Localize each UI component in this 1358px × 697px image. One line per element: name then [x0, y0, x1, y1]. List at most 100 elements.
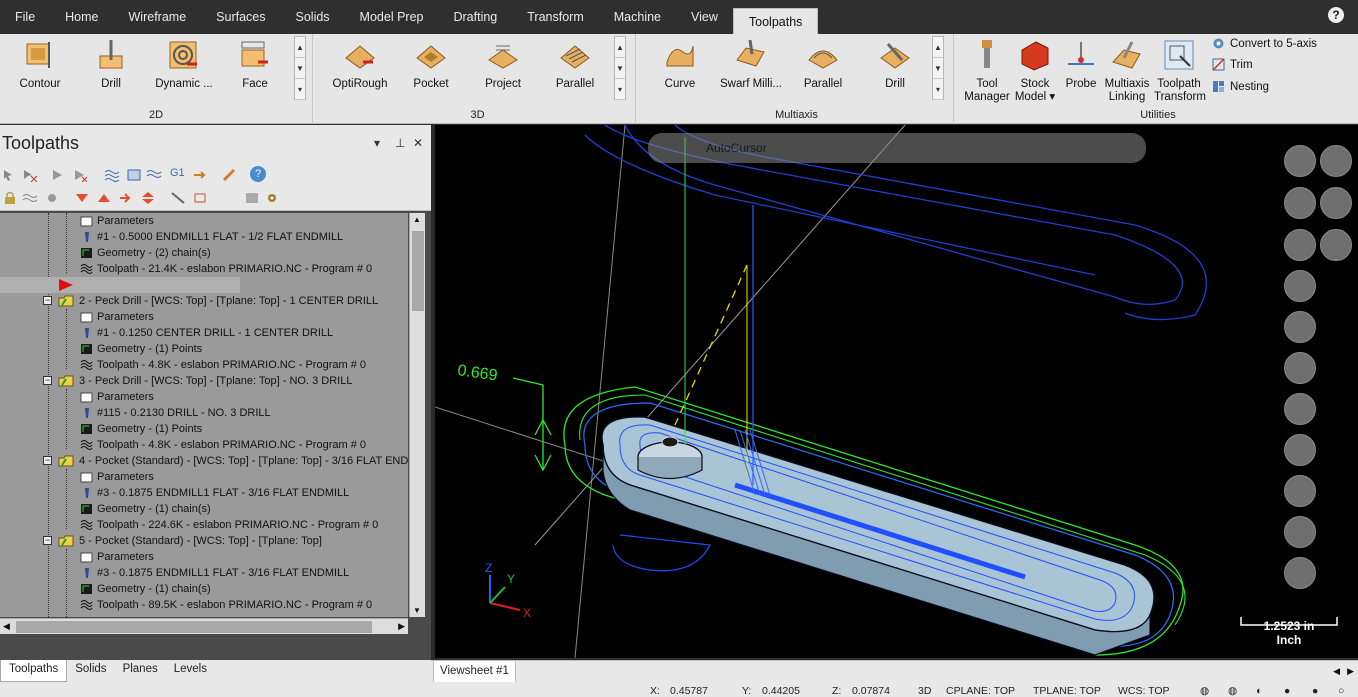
toggle-post-icon[interactable]: [44, 191, 60, 205]
tab-toolpaths[interactable]: Toolpaths: [732, 8, 819, 34]
settings-icon[interactable]: [244, 191, 260, 205]
tree-horizontal-scrollbar[interactable]: ◀ ▶: [0, 618, 408, 634]
scroll-thumb[interactable]: [412, 231, 424, 311]
scroll-thumb[interactable]: [16, 621, 372, 633]
no-entry-icon[interactable]: [1320, 229, 1352, 261]
pin-icon[interactable]: ⊥: [395, 136, 405, 150]
tab-solids-manager[interactable]: Solids: [67, 660, 114, 682]
toggle-display-icon[interactable]: [22, 191, 38, 205]
move-down-icon[interactable]: [74, 191, 90, 205]
measure-icon[interactable]: [1284, 352, 1316, 384]
scroll-left-icon[interactable]: ◀: [3, 621, 10, 632]
stock-quick-icon[interactable]: [1284, 516, 1316, 548]
highfeed-icon[interactable]: [222, 168, 238, 182]
grid-select-icon[interactable]: [1320, 145, 1352, 177]
collapse-icon[interactable]: −: [43, 296, 52, 305]
gallery-scroller-multiaxis[interactable]: ▲ ▼ ▾: [932, 36, 944, 100]
backplot-icon[interactable]: [104, 168, 120, 182]
view-mode[interactable]: 3D: [918, 685, 931, 697]
tab-toolpaths-manager[interactable]: Toolpaths: [0, 660, 68, 682]
curve-button[interactable]: Curve: [654, 38, 706, 91]
pocket-button[interactable]: Pocket: [406, 38, 456, 91]
tree-vertical-scrollbar[interactable]: ▲ ▼: [409, 213, 425, 617]
tab-drafting[interactable]: Drafting: [438, 4, 512, 30]
toolpath-transform-button[interactable]: Toolpath Transform: [1154, 38, 1206, 104]
autocursor-toolbar[interactable]: AutoCursor: [648, 133, 1146, 163]
tab-view[interactable]: View: [676, 4, 733, 30]
gear-quick-icon[interactable]: [1320, 187, 1352, 219]
graphics-viewport[interactable]: 0.669 Z Y X AutoCursor 1.2523 in Inch: [435, 125, 1358, 658]
collapse-icon[interactable]: −: [43, 376, 52, 385]
tplane-status[interactable]: TPLANE: TOP: [1033, 685, 1101, 697]
tab-transform[interactable]: Transform: [512, 4, 599, 30]
display-mode-icon[interactable]: ◍: [1200, 685, 1209, 697]
tab-file[interactable]: File: [0, 4, 50, 30]
tab-surfaces[interactable]: Surfaces: [201, 4, 280, 30]
shade-quick-icon[interactable]: [1284, 557, 1316, 589]
scroll-up-icon[interactable]: ▲: [413, 215, 421, 224]
g1-post-icon[interactable]: G1: [170, 167, 186, 181]
circle-select-icon[interactable]: [1284, 229, 1316, 261]
tab-wireframe[interactable]: Wireframe: [114, 4, 202, 30]
wcs-status[interactable]: WCS: TOP: [1118, 685, 1170, 697]
deselect-icon[interactable]: [22, 168, 38, 182]
probe-button[interactable]: Probe: [1062, 38, 1100, 91]
collapse-icon[interactable]: −: [43, 536, 52, 545]
scroll-right-icon[interactable]: ▶: [398, 621, 405, 632]
sphere-icon-2[interactable]: ●: [1312, 685, 1318, 697]
stock-model-button[interactable]: Stock Model ▾: [1012, 38, 1058, 104]
tool-quick-icon[interactable]: [1284, 393, 1316, 425]
lock-icon[interactable]: [2, 191, 18, 205]
tool-quick-icon-2[interactable]: [1284, 434, 1316, 466]
tab-model-prep[interactable]: Model Prep: [345, 4, 439, 30]
optirough-button[interactable]: OptiRough: [328, 38, 392, 91]
close-icon[interactable]: ✕: [413, 136, 423, 150]
tab-machine[interactable]: Machine: [599, 4, 676, 30]
cplane-status[interactable]: CPLANE: TOP: [946, 685, 1015, 697]
insert-arrow-move-icon[interactable]: [118, 191, 134, 205]
gear-icon[interactable]: [264, 191, 280, 205]
collapse-icon[interactable]: −: [43, 456, 52, 465]
wireframe-mode-icon[interactable]: ◍: [1228, 685, 1237, 697]
trim-button[interactable]: Trim: [1212, 58, 1253, 71]
tab-planes-manager[interactable]: Planes: [115, 660, 166, 682]
tab-home[interactable]: Home: [50, 4, 113, 30]
sphere-icon-3[interactable]: ○: [1338, 685, 1344, 697]
multiaxis-linking-button[interactable]: Multiaxis Linking: [1102, 38, 1152, 104]
add-entity-icon[interactable]: [1284, 145, 1316, 177]
autocursor-label[interactable]: AutoCursor: [706, 141, 767, 155]
box-quick-icon[interactable]: [1284, 475, 1316, 507]
regenerate-all-icon[interactable]: [50, 168, 66, 182]
curve-quick-icon[interactable]: [1284, 270, 1316, 302]
parallel-3d-button[interactable]: Parallel: [550, 38, 600, 91]
tool-manager-button[interactable]: Tool Manager: [962, 38, 1012, 104]
selection-only-icon[interactable]: [170, 191, 186, 205]
viewsheet-tab[interactable]: Viewsheet #1: [433, 661, 516, 683]
contour-button[interactable]: Contour: [12, 38, 68, 91]
cube-quick-icon[interactable]: [1284, 311, 1316, 343]
drill-button[interactable]: Drill: [86, 38, 136, 91]
simulate-icon[interactable]: [146, 168, 162, 182]
project-button[interactable]: Project: [478, 38, 528, 91]
face-button[interactable]: Face: [230, 38, 280, 91]
gallery-scroller-3d[interactable]: ▲ ▼ ▾: [614, 36, 626, 100]
verify-icon[interactable]: [126, 168, 142, 182]
dynamic-button[interactable]: Dynamic ...: [152, 38, 216, 91]
swarf-milling-button[interactable]: Swarf Milli...: [716, 38, 786, 91]
regenerate-dirty-icon[interactable]: [72, 168, 88, 182]
select-all-icon[interactable]: [2, 168, 18, 182]
help-small-icon[interactable]: ?: [250, 166, 266, 182]
viewsheet-prev-icon[interactable]: ◀: [1333, 666, 1340, 677]
display-selected-icon[interactable]: [192, 191, 208, 205]
scroll-to-arrow-icon[interactable]: [140, 191, 156, 205]
tab-solids[interactable]: Solids: [281, 4, 345, 30]
tree-row-insert-arrow[interactable]: [0, 277, 240, 293]
tab-levels-manager[interactable]: Levels: [166, 660, 215, 682]
post-selected-icon[interactable]: [192, 168, 208, 182]
gallery-scroller-2d[interactable]: ▲ ▼ ▾: [294, 36, 306, 100]
sphere-icon[interactable]: ●: [1284, 685, 1290, 697]
parallel-multiaxis-button[interactable]: Parallel: [798, 38, 848, 91]
help-icon[interactable]: ?: [1328, 7, 1344, 23]
convert-to-5axis-button[interactable]: Convert to 5-axis: [1212, 37, 1317, 50]
viewsheet-next-icon[interactable]: ▶: [1347, 666, 1354, 677]
